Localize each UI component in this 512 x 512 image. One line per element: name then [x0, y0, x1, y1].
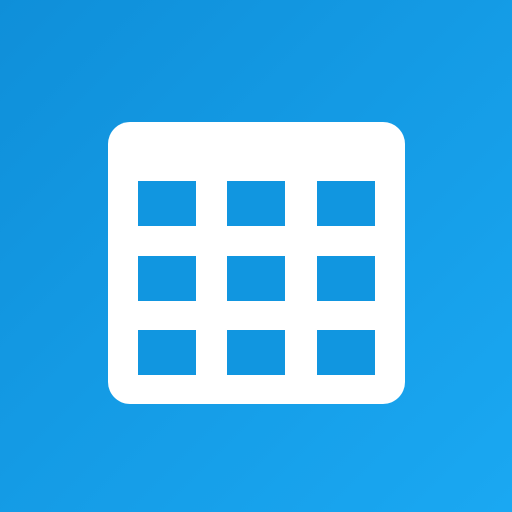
calendar-cell-r1-c2 [227, 181, 285, 226]
app-icon-background [0, 0, 512, 512]
calendar-cell-r2-c3 [317, 256, 375, 301]
calendar-cell-r1-c3 [317, 181, 375, 226]
calendar-cell-r3-c3 [317, 330, 375, 375]
calendar-cell-r3-c1 [138, 330, 196, 375]
calendar-grid-icon [108, 122, 405, 404]
calendar-cell-r2-c1 [138, 256, 196, 301]
calendar-cell-r3-c2 [227, 330, 285, 375]
calendar-cell-r2-c2 [227, 256, 285, 301]
calendar-cell-r1-c1 [138, 181, 196, 226]
